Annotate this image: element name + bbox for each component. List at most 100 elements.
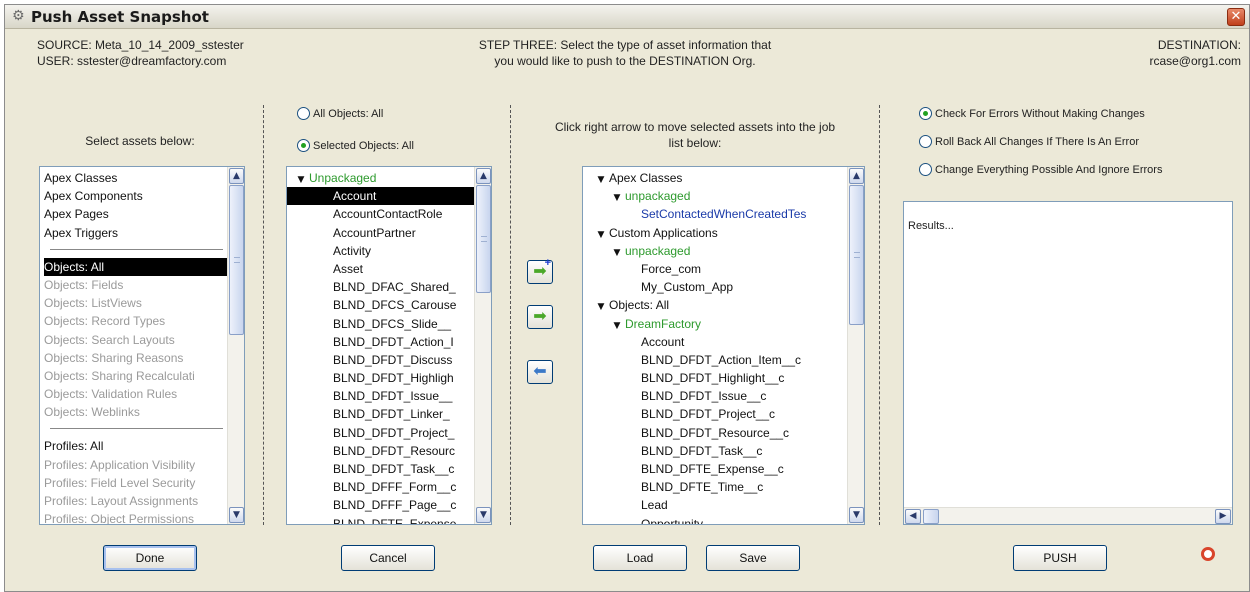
list-item[interactable]: Objects: Record Types [44,312,229,330]
list-item[interactable]: Objects: All [44,257,229,276]
save-button[interactable]: Save [706,545,800,571]
tree-item[interactable]: BLND_DFDT_Highlight__c [593,369,851,387]
scroll-thumb[interactable] [923,509,939,524]
tree-item[interactable]: BLND_DFFF_Form__c [287,478,476,496]
tree-item[interactable]: ▼ unpackaged [593,242,851,260]
tree-item[interactable]: BLND_DFDT_Resourc [287,442,476,460]
job-list-tree[interactable]: ▼ Apex Classes ▼ unpackaged SetContactedWhen… [582,166,865,525]
list-item[interactable]: Apex Classes [44,169,229,187]
radio-check-errors[interactable]: Check For Errors Without Making Changes [919,107,1145,120]
tree-item[interactable]: BLND_DFDT_Task__c [593,442,851,460]
tree-item[interactable]: Account [593,333,851,351]
results-area[interactable]: Results... ◀ ▶ [903,201,1233,525]
scroll-thumb[interactable] [476,185,491,293]
asset-type-list[interactable]: Apex Classes Apex Components Apex Pages Ape… [39,166,245,525]
cancel-button[interactable]: Cancel [341,545,435,571]
tree-item[interactable]: BLND_DFAC_Shared_ [287,278,476,296]
tree-item[interactable]: Activity [287,242,476,260]
scroll-up-icon[interactable]: ▲ [849,168,864,184]
tree-item[interactable]: BLND_DFDT_Task__c [287,460,476,478]
list-item[interactable]: Objects: Search Layouts [44,331,229,349]
scroll-down-icon[interactable]: ▼ [229,507,244,523]
tree-item[interactable]: ▼ Custom Applications [593,224,851,242]
tree-item[interactable]: BLND_DFDT_Action_I [287,333,476,351]
expand-triangle-icon[interactable]: ▼ [609,317,625,335]
list-item[interactable]: Apex Triggers [44,224,229,242]
tree-node-unpackaged[interactable]: ▼ Unpackaged [287,169,476,187]
expand-triangle-icon[interactable]: ▼ [609,244,625,262]
objects-tree-list[interactable]: ▼ Unpackaged Account AccountContactRole Acc… [286,166,492,525]
tree-item[interactable]: AccountContactRole [287,205,476,223]
list-item[interactable]: Objects: ListViews [44,294,229,312]
push-button[interactable]: PUSH [1013,545,1107,571]
scroll-left-icon[interactable]: ◀ [905,509,921,524]
tree-item[interactable]: BLND_DFCS_Slide__ [287,315,476,333]
tree-item[interactable]: Lead [593,496,851,514]
list-item[interactable]: Apex Components [44,187,229,205]
tree-item[interactable]: BLND_DFDT_Issue__ [287,387,476,405]
tree-item[interactable]: AccountPartner [287,224,476,242]
tree-item[interactable]: BLND_DFDT_Discuss [287,351,476,369]
tree-item[interactable]: Opportunity [593,515,851,524]
tree-item[interactable]: My_Custom_App [593,278,851,296]
list-item[interactable]: Objects: Fields [44,276,229,294]
radio-rollback[interactable]: Roll Back All Changes If There Is An Err… [919,135,1139,148]
tree-item[interactable]: BLND_DFDT_Linker_ [287,405,476,423]
tree-item[interactable]: BLND_DFDT_Project__c [593,405,851,423]
results-horizontal-scrollbar[interactable]: ◀ ▶ [904,507,1232,524]
tree-item[interactable]: BLND_DFTE_Expense__c [593,460,851,478]
tree-item[interactable]: Force_com [593,260,851,278]
list-item[interactable]: Profiles: Application Visibility [44,456,229,474]
scroll-down-icon[interactable]: ▼ [849,507,864,523]
expand-triangle-icon[interactable]: ▼ [609,189,625,207]
expand-triangle-icon[interactable]: ▼ [293,171,309,189]
list-item[interactable]: Objects: Validation Rules [44,385,229,403]
asset-list-scrollbar[interactable]: ▲ ▼ [227,167,244,524]
tree-item[interactable]: BLND_DFDT_Highligh [287,369,476,387]
expand-triangle-icon[interactable]: ▼ [593,298,609,316]
expand-triangle-icon[interactable]: ▼ [593,171,609,189]
radio-selected-objects[interactable]: Selected Objects: All [297,139,414,152]
tree-item[interactable]: ▼ Objects: All [593,296,851,314]
scroll-up-icon[interactable]: ▲ [476,168,491,184]
title-bar[interactable]: ⚙ Push Asset Snapshot ✕ [5,5,1249,29]
list-item[interactable]: Objects: Sharing Reasons [44,349,229,367]
tree-item[interactable]: BLND_DFCS_Carouse [287,296,476,314]
tree-item[interactable]: BLND_DFDT_Action_Item__c [593,351,851,369]
tree-item[interactable]: Asset [287,260,476,278]
expand-triangle-icon[interactable]: ▼ [593,226,609,244]
list-item[interactable]: Objects: Sharing Recalculati [44,367,229,385]
scroll-right-icon[interactable]: ▶ [1215,509,1231,524]
scroll-thumb[interactable] [849,185,864,325]
done-button[interactable]: Done [103,545,197,571]
scroll-thumb[interactable] [229,185,244,335]
scroll-down-icon[interactable]: ▼ [476,507,491,523]
radio-change-everything[interactable]: Change Everything Possible And Ignore Er… [919,163,1162,176]
add-all-arrow-button[interactable]: ➡ + [527,258,553,284]
list-item[interactable]: Apex Pages [44,205,229,223]
tree-item[interactable]: BLND_DFDT_Resource__c [593,424,851,442]
tree-item[interactable]: BLND_DFTE_Expense [287,515,476,524]
tree-item[interactable]: Account [287,187,476,206]
tree-item[interactable]: SetContactedWhenCreatedTes [593,205,851,223]
tree-item[interactable]: ▼ DreamFactory [593,315,851,333]
objects-list-scrollbar[interactable]: ▲ ▼ [474,167,491,524]
list-item[interactable]: Profiles: Object Permissions [44,510,229,524]
tree-item[interactable]: BLND_DFFF_Page__c [287,496,476,514]
load-button[interactable]: Load [593,545,687,571]
job-list-scrollbar[interactable]: ▲ ▼ [847,167,864,524]
list-item[interactable]: Objects: Weblinks [44,403,229,421]
list-item[interactable]: Profiles: Field Level Security [44,474,229,492]
lifebuoy-icon[interactable] [1201,547,1215,561]
remove-arrow-button[interactable]: ⬅ [527,360,553,384]
tree-item[interactable]: BLND_DFTE_Time__c [593,478,851,496]
radio-all-objects[interactable]: All Objects: All [297,107,383,120]
list-item[interactable]: Profiles: Layout Assignments [44,492,229,510]
tree-item[interactable]: BLND_DFDT_Project_ [287,424,476,442]
scroll-up-icon[interactable]: ▲ [229,168,244,184]
close-button[interactable]: ✕ [1227,8,1245,26]
list-item[interactable]: Profiles: All [44,437,229,455]
tree-item[interactable]: ▼ Apex Classes [593,169,851,187]
add-arrow-button[interactable]: ➡ [527,305,553,329]
tree-item[interactable]: BLND_DFDT_Issue__c [593,387,851,405]
